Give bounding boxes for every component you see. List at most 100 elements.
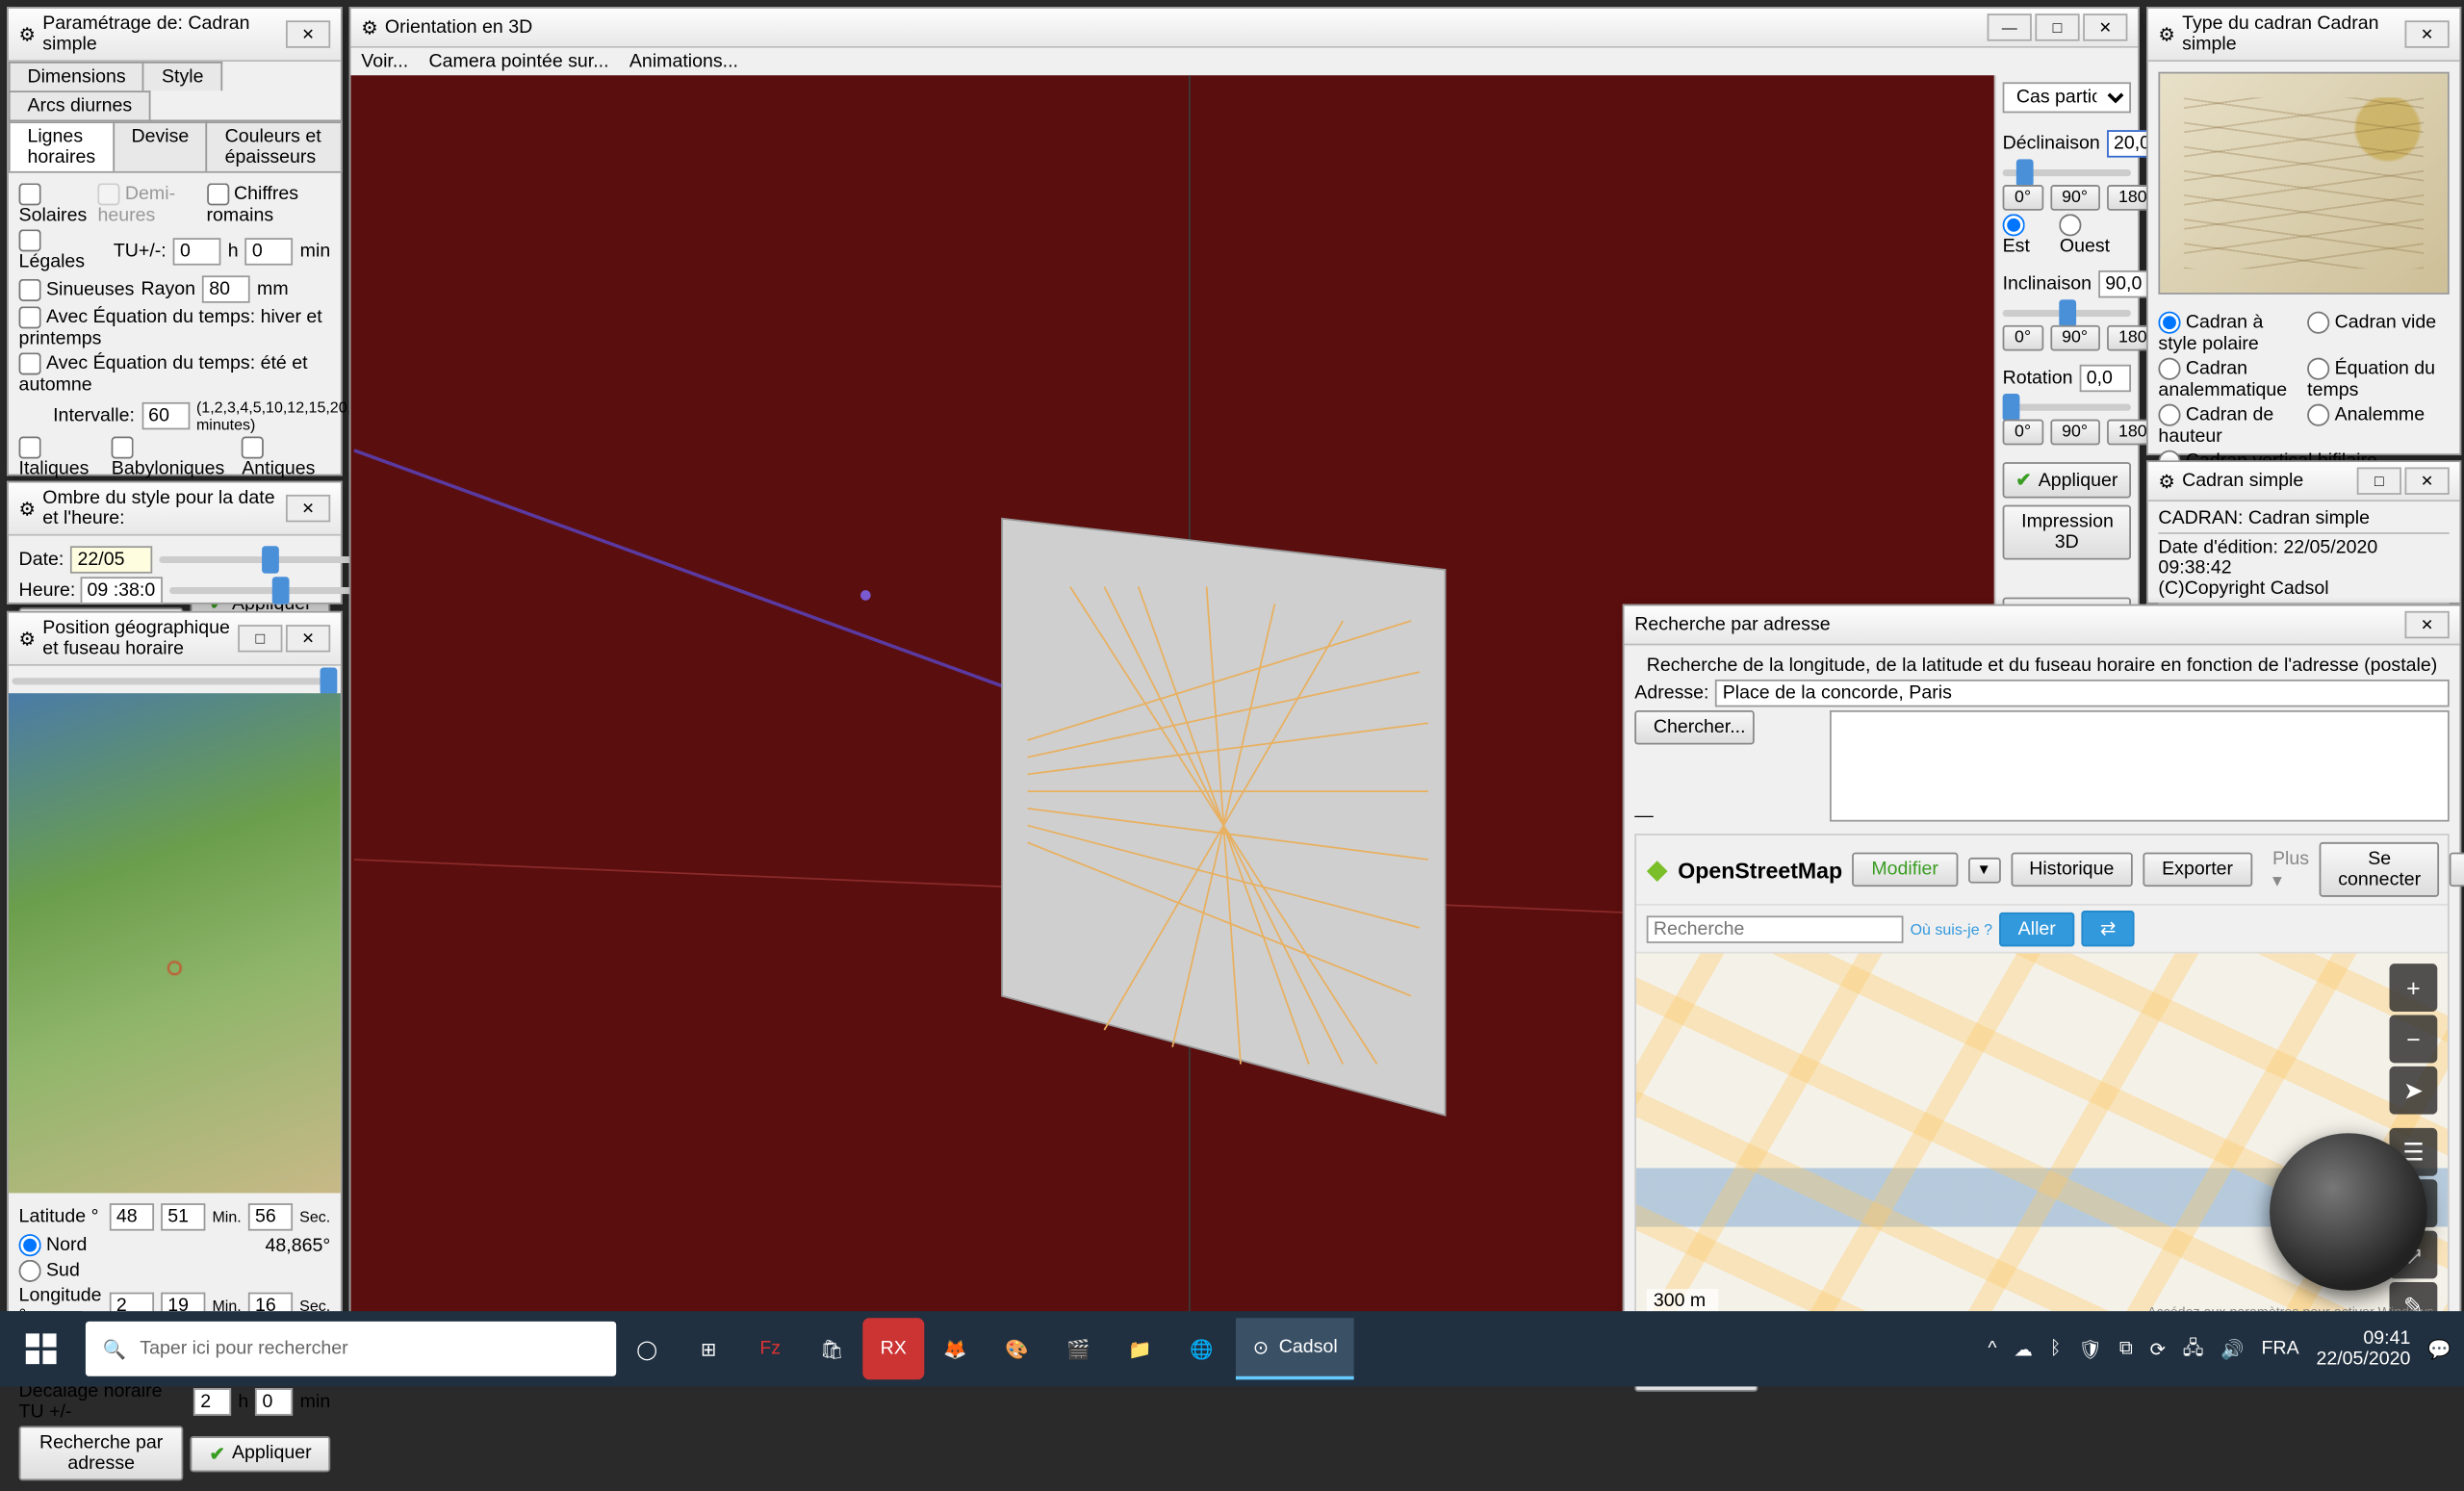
menu-anim[interactable]: Animations... (629, 51, 738, 71)
zoom-out-button[interactable]: − (2390, 1015, 2438, 1064)
historique-button[interactable]: Historique (2011, 853, 2133, 887)
chercher-button[interactable]: Chercher... (1634, 710, 1754, 745)
route-button[interactable]: ⇄ (2081, 911, 2135, 946)
rb-polaire[interactable]: Cadran à style polaire (2158, 312, 2300, 354)
offset-h-input[interactable] (193, 1388, 231, 1415)
incl-0-button[interactable]: 0° (2003, 325, 2043, 351)
rb-vide[interactable]: Cadran vide (2307, 312, 2450, 354)
rb-sud[interactable]: Sud (19, 1260, 80, 1282)
close-icon[interactable]: ✕ (286, 495, 330, 522)
rb-hauteur[interactable]: Cadran de hauteur (2158, 404, 2300, 447)
start-button[interactable] (0, 1311, 82, 1386)
incl-slider[interactable] (2003, 310, 2131, 317)
lat-deg-input[interactable] (110, 1203, 154, 1230)
tray-time[interactable]: 09:41 (2316, 1328, 2410, 1349)
zoom-in-button[interactable]: + (2390, 964, 2438, 1012)
rayon-input[interactable] (202, 275, 250, 302)
close-icon[interactable]: ✕ (2405, 20, 2450, 47)
cb-sinueuses[interactable]: Sinueuses (19, 278, 135, 300)
maximize-icon[interactable]: □ (2357, 467, 2401, 494)
app-chrome-icon[interactable]: 🌐 (1170, 1318, 1232, 1379)
maximize-icon[interactable]: □ (238, 625, 282, 652)
taskbar-search[interactable]: 🔍 Taper ici pour rechercher (86, 1322, 616, 1376)
addr-search-button[interactable]: Recherche par adresse (19, 1426, 184, 1480)
sinscrire-button[interactable]: S'inscrire (2450, 853, 2464, 887)
close-icon[interactable]: ✕ (2405, 467, 2450, 494)
cb-babyloniques[interactable]: Babyloniques (112, 436, 235, 478)
app-store-icon[interactable]: 🛍 (801, 1318, 862, 1379)
rb-analemmatique[interactable]: Cadran analemmatique (2158, 358, 2300, 400)
modifier-button[interactable]: Modifier (1853, 853, 1958, 887)
maximize-icon[interactable]: □ (2035, 13, 2079, 40)
cb-chiffres[interactable]: Chiffres romains (207, 183, 331, 225)
close-icon[interactable]: ✕ (2083, 13, 2127, 40)
tab-style[interactable]: Style (142, 62, 222, 90)
tu-m-input[interactable] (245, 237, 294, 264)
osm-search-input[interactable] (1647, 915, 1904, 942)
tab-dimensions[interactable]: Dimensions (9, 62, 144, 90)
close-icon[interactable]: ✕ (286, 625, 330, 652)
rot-0-button[interactable]: 0° (2003, 420, 2043, 446)
print3d-button[interactable]: Impression 3D (2003, 505, 2131, 560)
seconnecter-button[interactable]: Se connecter (2320, 842, 2440, 897)
cb-antiques[interactable]: Antiques (242, 436, 330, 478)
taskview-icon[interactable]: ⊞ (678, 1318, 739, 1379)
aller-button[interactable]: Aller (1999, 912, 2074, 946)
intervalle-input[interactable] (141, 402, 190, 429)
rot-90-button[interactable]: 90° (2050, 420, 2100, 446)
exporter-button[interactable]: Exporter (2143, 853, 2252, 887)
cb-eq-hiver[interactable]: Avec Équation du temps: hiver et printem… (19, 306, 331, 348)
cortana-icon[interactable]: ◯ (616, 1318, 678, 1379)
tray-shield-icon[interactable]: 🛡 (2078, 1338, 2102, 1360)
decl-0-button[interactable]: 0° (2003, 185, 2043, 211)
tray-bluetooth-icon[interactable]: ᛒ (2050, 1339, 2062, 1359)
decl-slider[interactable] (2003, 169, 2131, 176)
close-icon[interactable]: ✕ (286, 20, 330, 47)
cb-legales[interactable]: Légales (19, 229, 107, 271)
tray-sync-icon[interactable]: ⟳ (2150, 1338, 2166, 1360)
tray-date[interactable]: 22/05/2020 (2316, 1349, 2410, 1369)
rb-equation[interactable]: Équation du temps (2307, 358, 2450, 400)
menu-voir[interactable]: Voir... (361, 51, 408, 71)
cb-eq-ete[interactable]: Avec Équation du temps: été et automne (19, 352, 331, 395)
app-generic1-icon[interactable]: 🦊 (924, 1318, 986, 1379)
tray-notifications-icon[interactable]: 💬 (2427, 1338, 2451, 1360)
rb-analemme[interactable]: Analemme (2307, 404, 2450, 447)
tab-arcs[interactable]: Arcs diurnes (9, 90, 151, 119)
tab-lignes[interactable]: Lignes horaires (9, 121, 115, 171)
rot-input[interactable] (2080, 365, 2131, 392)
tray-chevron-up-icon[interactable]: ^ (1988, 1339, 1996, 1359)
minimize-icon[interactable]: — (1988, 13, 2032, 40)
close-icon[interactable]: ✕ (2405, 611, 2450, 638)
date-input[interactable] (70, 546, 152, 573)
tray-onedrive-icon[interactable]: ☁ (2014, 1338, 2033, 1360)
tab-couleurs[interactable]: Couleurs et épaisseurs (206, 121, 343, 171)
tray-dropbox-icon[interactable]: ⧉ (2119, 1338, 2133, 1360)
menu-camera[interactable]: Camera pointée sur... (429, 51, 609, 71)
results-textarea[interactable] (1830, 710, 2450, 822)
heure-input[interactable] (81, 577, 163, 604)
tray-volume-icon[interactable]: 🔊 (2220, 1338, 2244, 1360)
plus-button[interactable]: Plus ▾ (2272, 848, 2309, 890)
locate-button[interactable]: ➤ (2390, 1067, 2438, 1115)
rb-nord[interactable]: Nord (19, 1234, 88, 1256)
cas-select[interactable]: Cas particuliers (2003, 82, 2131, 113)
incl-input[interactable] (2098, 270, 2149, 297)
rb-est[interactable]: Est (2003, 214, 2053, 256)
cb-solaires[interactable]: Solaires (19, 183, 91, 225)
app-explorer-icon[interactable]: 📁 (1109, 1318, 1170, 1379)
rot-slider[interactable] (2003, 404, 2131, 411)
incl-90-button[interactable]: 90° (2050, 325, 2100, 351)
cb-italiques[interactable]: Italiques (19, 436, 105, 478)
app-generic3-icon[interactable]: 🎬 (1047, 1318, 1109, 1379)
zoom-slider[interactable] (12, 678, 337, 684)
offset-m-input[interactable] (255, 1388, 293, 1415)
mini-map[interactable] (9, 693, 341, 1193)
adresse-input[interactable] (1716, 680, 2450, 707)
ou-suis-je[interactable]: Où suis-je ? (1911, 920, 1992, 938)
date-slider[interactable] (160, 556, 380, 563)
app-filezilla-icon[interactable]: Fz (739, 1318, 801, 1379)
taskbar-app-cadsol[interactable]: ⊙ Cadsol (1236, 1318, 1355, 1379)
geo-apply-button[interactable]: ✔Appliquer (191, 1435, 330, 1471)
view3d-apply-button[interactable]: ✔Appliquer (2003, 462, 2131, 498)
